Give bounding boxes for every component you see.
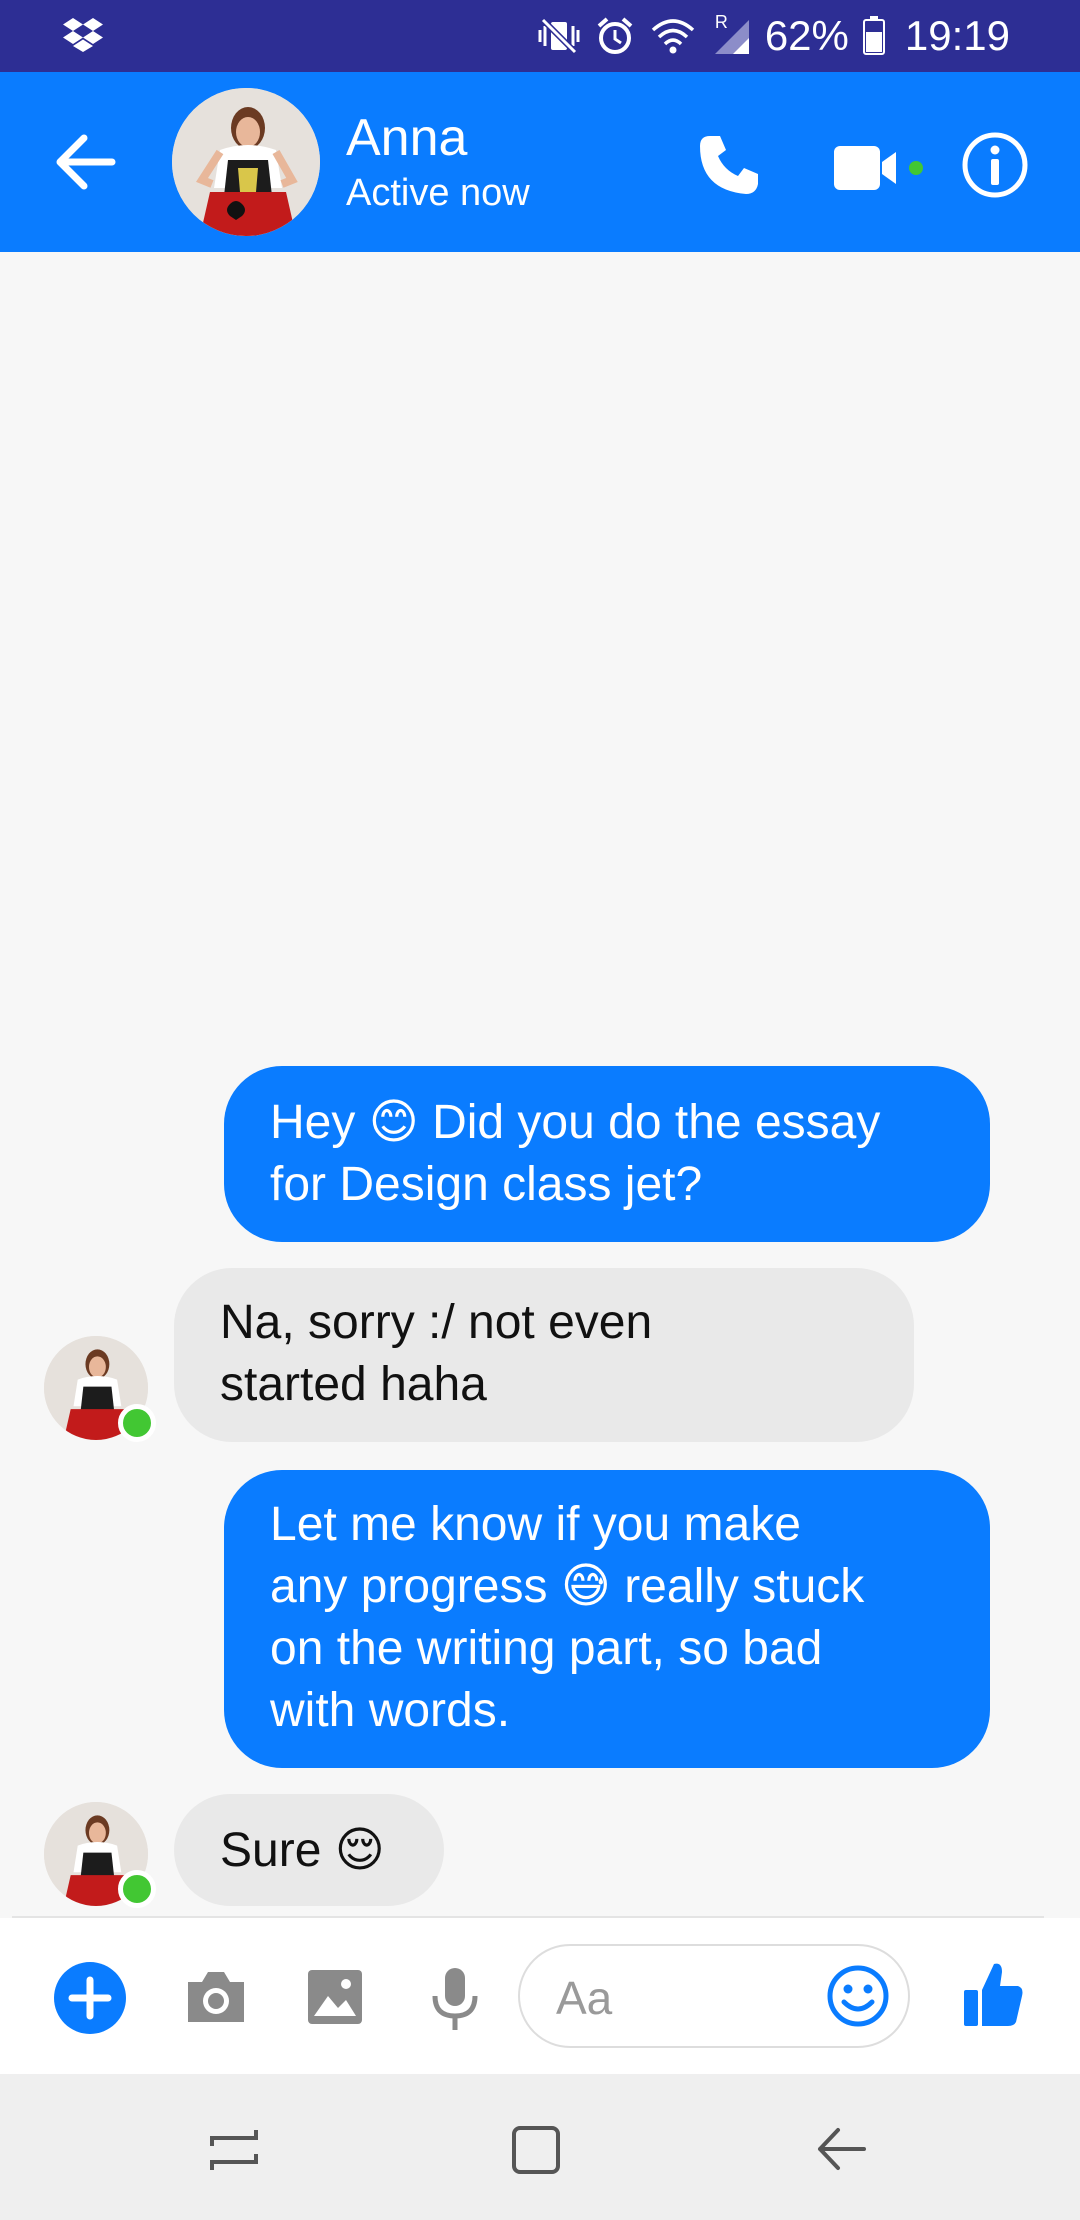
microphone-icon[interactable] <box>430 1966 480 2032</box>
outgoing-message[interactable]: Hey 😊 Did you do the essay for Design cl… <box>224 1066 990 1242</box>
recents-icon[interactable] <box>206 2124 262 2174</box>
clock: 19:19 <box>904 12 1010 59</box>
message-text-input[interactable] <box>554 1968 808 2028</box>
back-arrow-icon[interactable] <box>52 130 122 194</box>
info-icon[interactable] <box>960 130 1030 200</box>
camera-icon[interactable] <box>184 1966 248 2028</box>
message-line: on the writing part, so bad <box>270 1622 823 1675</box>
system-navigation-bar <box>0 2074 1080 2220</box>
message-line: Let me know if you make <box>270 1498 801 1551</box>
message-line: any progress 😅 really stuck <box>270 1560 865 1613</box>
vibrate-icon <box>537 16 581 56</box>
dropbox-icon <box>62 16 104 57</box>
status-bar: R 62% 19:19 <box>0 0 1080 72</box>
incoming-message[interactable]: Sure 😌 <box>174 1794 444 1906</box>
plus-icon[interactable] <box>54 1962 126 2034</box>
message-composer <box>0 1918 1080 2074</box>
outgoing-message[interactable]: Let me know if you make any progress 😅 r… <box>224 1470 990 1768</box>
signal-icon: R <box>711 12 751 56</box>
message-line: started haha <box>220 1358 487 1411</box>
message-line: for Design class jet? <box>270 1158 703 1211</box>
video-camera-icon[interactable] <box>830 140 926 196</box>
message-input[interactable] <box>518 1944 910 2048</box>
incoming-message[interactable]: Na, sorry :/ not even started haha <box>174 1268 914 1442</box>
message-line: Na, sorry :/ not even <box>220 1296 653 1349</box>
online-indicator <box>118 1870 156 1908</box>
back-icon[interactable] <box>814 2124 868 2174</box>
message-line: Hey 😊 Did you do the essay <box>270 1096 881 1149</box>
message-line: with words. <box>270 1684 511 1737</box>
alarm-icon <box>595 16 635 56</box>
phone-icon[interactable] <box>696 132 762 198</box>
home-icon[interactable] <box>510 2124 562 2176</box>
contact-name: Anna <box>346 109 468 167</box>
wifi-icon <box>649 16 697 56</box>
emoji-icon[interactable] <box>826 1964 890 2028</box>
battery-percent: 62% <box>764 12 849 59</box>
message-line: Sure 😌 <box>220 1824 385 1877</box>
battery-icon <box>862 16 885 56</box>
online-indicator <box>118 1404 156 1442</box>
contact-status: Active now <box>346 172 530 214</box>
gallery-icon[interactable] <box>306 1968 364 2026</box>
avatar[interactable] <box>172 88 320 236</box>
conversation-header: Anna Active now <box>0 72 1080 252</box>
thumbs-up-icon[interactable] <box>962 1960 1026 2030</box>
